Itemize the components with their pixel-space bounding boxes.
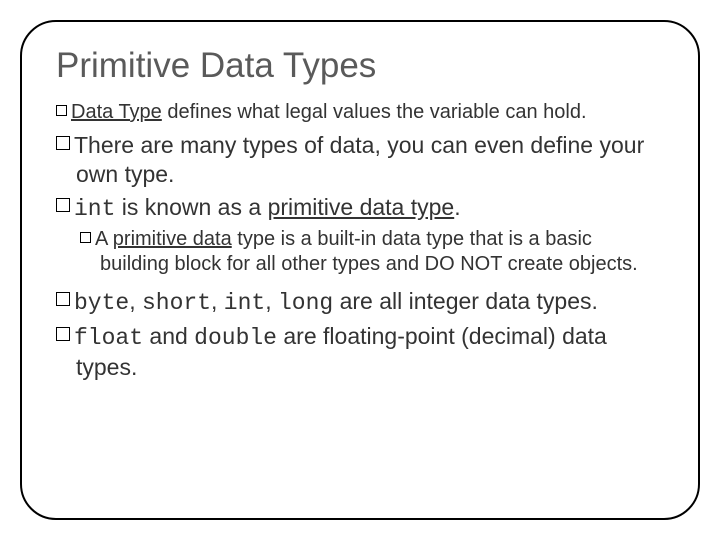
text: There are many types of data, you can ev… (74, 132, 644, 187)
code-term: short (142, 290, 211, 316)
bullet-box-icon (56, 327, 70, 341)
code-term: double (194, 325, 277, 351)
text: defines what legal values the variable c… (162, 101, 587, 123)
slide-frame: Primitive Data Types Data Type defines w… (20, 20, 700, 520)
bullet-list: Data Type defines what legal values the … (56, 100, 664, 382)
bullet-box-icon (56, 198, 70, 212)
code-term: long (278, 290, 333, 316)
underlined-term: primitive data (113, 228, 232, 250)
code-term: byte (74, 290, 129, 316)
list-item: float and double are floating-point (dec… (56, 322, 664, 382)
list-item-nested: A primitive data type is a built-in data… (80, 227, 664, 277)
list-item: int is known as a primitive data type. (56, 193, 664, 224)
text: . (454, 194, 460, 220)
code-term: int (224, 290, 265, 316)
bullet-box-icon (56, 136, 70, 150)
text: A (95, 228, 113, 250)
text: and (143, 323, 194, 349)
list-item: Data Type defines what legal values the … (56, 100, 664, 125)
underlined-term: Data Type (71, 101, 162, 123)
bullet-box-icon (56, 292, 70, 306)
text: are all integer data types. (333, 288, 598, 314)
text: , (129, 288, 142, 314)
code-term: float (74, 325, 143, 351)
code-term: int (74, 196, 115, 222)
text: , (265, 288, 278, 314)
slide-title: Primitive Data Types (56, 46, 664, 86)
text: , (211, 288, 224, 314)
bullet-box-icon (80, 232, 91, 243)
text: is known as a (115, 194, 267, 220)
list-item: byte, short, int, long are all integer d… (56, 287, 664, 318)
list-item: There are many types of data, you can ev… (56, 131, 664, 189)
underlined-term: primitive data type (268, 194, 455, 220)
bullet-box-icon (56, 105, 67, 116)
